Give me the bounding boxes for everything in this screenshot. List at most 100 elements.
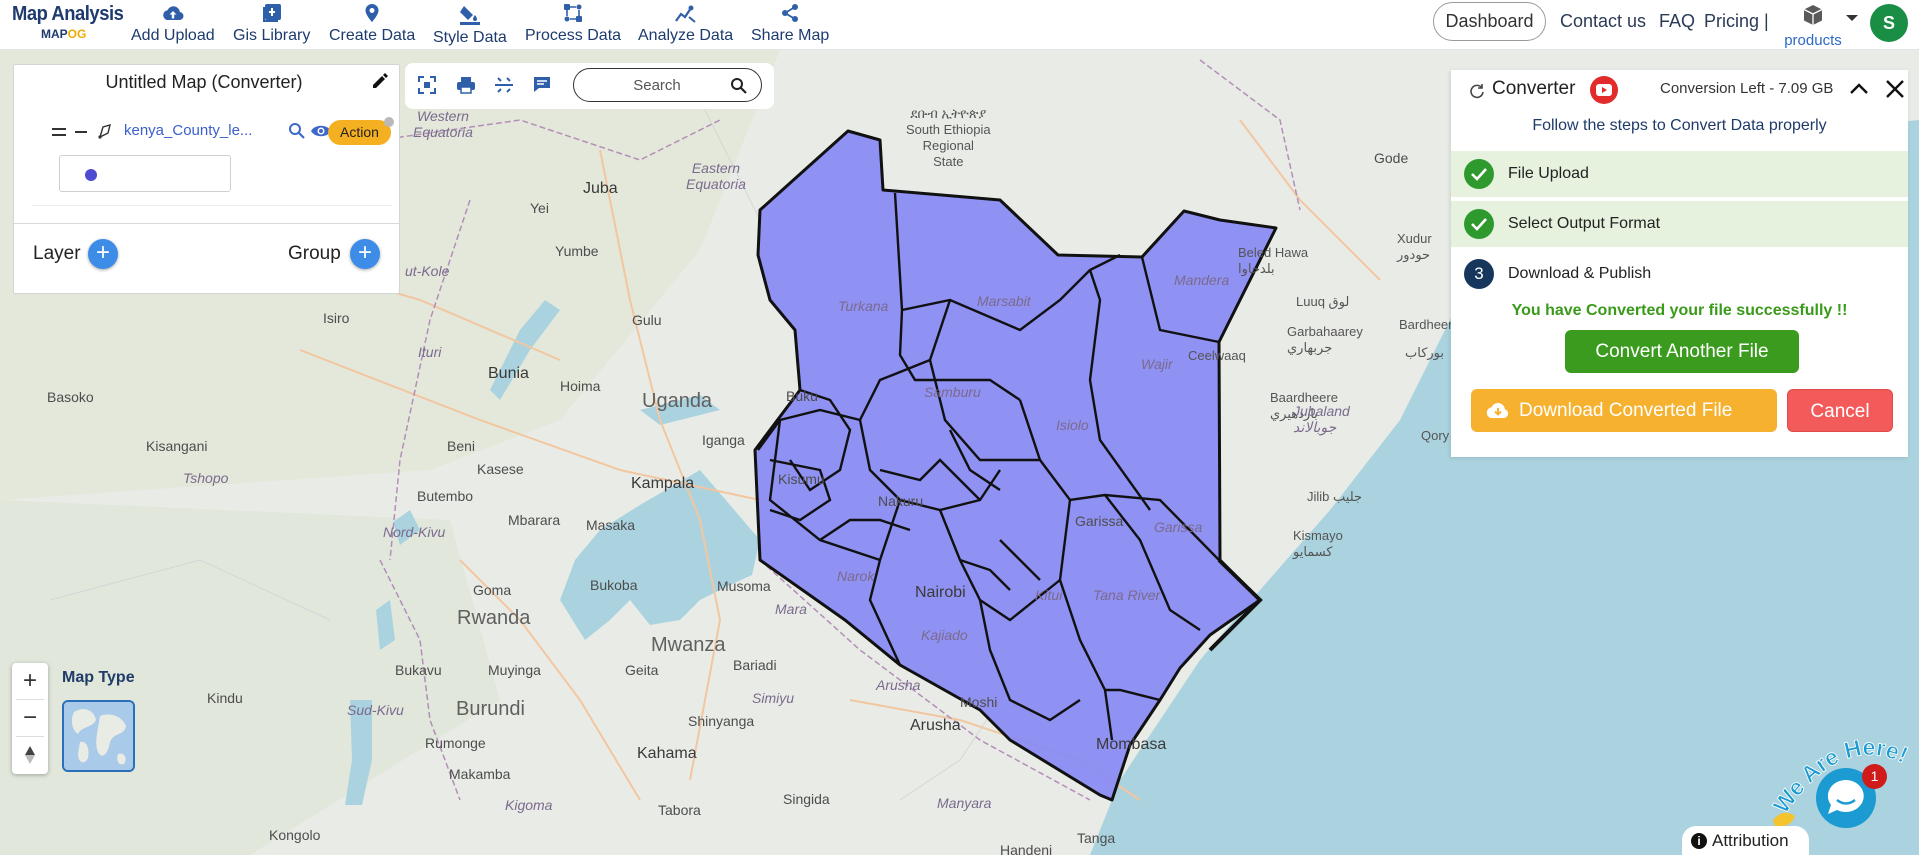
zoom-out-button[interactable]: − bbox=[12, 700, 48, 736]
map-label: Garissa bbox=[1154, 519, 1203, 535]
map-label: Bunia bbox=[488, 365, 529, 382]
map-label: Masaka bbox=[586, 517, 636, 533]
nav-add-upload[interactable]: Add Upload bbox=[131, 3, 215, 45]
step-label: File Upload bbox=[1508, 165, 1589, 182]
dashboard-button[interactable]: Dashboard bbox=[1433, 2, 1546, 41]
faq-link[interactable]: FAQ bbox=[1659, 11, 1695, 32]
download-converted-file-button[interactable]: Download Converted File bbox=[1471, 389, 1777, 432]
nav-label: Create Data bbox=[329, 27, 416, 44]
map-label: Goma bbox=[473, 582, 512, 598]
step-label: Download & Publish bbox=[1508, 265, 1652, 282]
map-label: Kampala bbox=[631, 475, 695, 492]
map-label: Mandera bbox=[1174, 272, 1230, 288]
map-label: Uganda bbox=[642, 390, 713, 412]
convert-another-file-button[interactable]: Convert Another File bbox=[1565, 330, 1799, 373]
reset-north-button[interactable] bbox=[12, 737, 48, 773]
map-label: Manyara bbox=[937, 795, 992, 811]
map-label: Tabora bbox=[658, 802, 701, 818]
products-label: products bbox=[1784, 32, 1842, 49]
logo-title: Map Analysis bbox=[12, 3, 124, 25]
chat-unread-badge: 1 bbox=[1862, 764, 1887, 789]
map-label: Luuq لوق bbox=[1296, 294, 1350, 309]
map-label: Xudur حودور bbox=[1397, 231, 1432, 262]
map-label: Nairobi bbox=[915, 584, 966, 601]
map-label: Qory bbox=[1421, 428, 1450, 443]
map-label: Kigoma bbox=[505, 797, 553, 813]
step-file-upload[interactable]: File Upload bbox=[1451, 151, 1908, 197]
nav-label: Share Map bbox=[751, 27, 830, 44]
map-label: Turkana bbox=[838, 298, 889, 314]
add-group-button[interactable]: + bbox=[350, 239, 380, 269]
cancel-button[interactable]: Cancel bbox=[1787, 389, 1893, 432]
nav-process-data[interactable]: Process Data bbox=[525, 3, 621, 45]
map-label: Handeni bbox=[1000, 842, 1053, 855]
polygon-layer-icon bbox=[98, 123, 111, 139]
map-label: Marsabit bbox=[977, 293, 1031, 309]
map-label: Iganga bbox=[702, 432, 745, 448]
zoom-to-layer-icon[interactable] bbox=[288, 122, 306, 140]
analyze-chart-icon bbox=[674, 5, 696, 23]
map-label: Kongolo bbox=[269, 827, 321, 843]
chevron-up-icon[interactable] bbox=[1848, 78, 1870, 100]
map-label: Butembo bbox=[417, 488, 474, 504]
checkmark-icon bbox=[1471, 168, 1487, 181]
layer-name[interactable]: kenya_County_le... bbox=[124, 122, 252, 139]
map-label: Arusha bbox=[910, 717, 961, 734]
print-icon[interactable] bbox=[456, 76, 476, 94]
zoom-in-button[interactable]: + bbox=[12, 663, 48, 699]
map-toolbar bbox=[405, 63, 774, 109]
checkmark-icon bbox=[1471, 218, 1487, 231]
nav-label: Gis Library bbox=[233, 27, 311, 44]
step-select-output-format[interactable]: Select Output Format bbox=[1451, 201, 1908, 247]
search-icon[interactable] bbox=[730, 77, 747, 94]
products-menu[interactable]: products bbox=[1778, 4, 1848, 49]
map-label: Bukavu bbox=[395, 662, 442, 678]
map-label: Kasese bbox=[477, 461, 524, 477]
user-avatar[interactable]: S bbox=[1870, 4, 1908, 42]
drag-handle-icon[interactable] bbox=[52, 127, 66, 137]
compass-north-icon bbox=[25, 746, 35, 764]
map-label: Kahama bbox=[637, 745, 697, 762]
comment-icon[interactable] bbox=[532, 76, 552, 94]
layer-action-button[interactable]: Action bbox=[328, 120, 391, 145]
close-icon[interactable] bbox=[1884, 78, 1906, 100]
divider bbox=[32, 205, 392, 206]
map-label: Simiyu bbox=[752, 690, 795, 706]
pencil-edit-icon[interactable] bbox=[371, 72, 389, 90]
add-layer-button[interactable]: + bbox=[88, 239, 118, 269]
search-box bbox=[573, 68, 762, 102]
nav-analyze-data[interactable]: Analyze Data bbox=[638, 3, 733, 45]
app-logo[interactable]: Map Analysis MAPOG bbox=[12, 3, 124, 41]
attribution-toggle[interactable]: i Attribution bbox=[1682, 826, 1809, 855]
measure-tool-icon[interactable] bbox=[494, 76, 514, 94]
pricing-link[interactable]: Pricing | bbox=[1704, 11, 1769, 32]
chevron-down-icon[interactable] bbox=[1845, 13, 1859, 23]
nav-gis-library[interactable]: Gis Library bbox=[233, 3, 310, 45]
step-number-badge: 3 bbox=[1464, 259, 1494, 289]
process-nodes-icon bbox=[564, 4, 583, 22]
map-label: Beni bbox=[447, 438, 476, 454]
nav-create-data[interactable]: Create Data bbox=[329, 3, 415, 45]
map-label: ut-Kole bbox=[405, 263, 450, 279]
map-label: Kismayo كسمايو bbox=[1293, 528, 1343, 559]
step-complete-badge bbox=[1464, 209, 1494, 239]
nav-share-map[interactable]: Share Map bbox=[751, 3, 829, 45]
map-label: Hoima bbox=[560, 378, 601, 394]
map-label: Tana River bbox=[1093, 587, 1161, 603]
map-label: Mbarara bbox=[508, 512, 561, 528]
map-type-thumbnail[interactable] bbox=[62, 700, 135, 772]
map-label: Wajir bbox=[1141, 356, 1173, 372]
step-download-publish[interactable]: 3 Download & Publish bbox=[1451, 251, 1908, 297]
layer-legend bbox=[59, 155, 231, 192]
collapse-minus-icon[interactable] bbox=[75, 130, 87, 134]
youtube-icon[interactable] bbox=[1590, 76, 1618, 104]
map-label: Muyinga bbox=[488, 662, 541, 678]
fullscreen-icon[interactable] bbox=[418, 76, 436, 94]
zoom-controls: + − bbox=[12, 663, 48, 774]
converter-title: Converter bbox=[1492, 78, 1576, 99]
map-label: ደቡብ ኢትዮጵያ South Ethiopia Regional State bbox=[906, 106, 991, 169]
search-input[interactable] bbox=[592, 75, 722, 95]
map-label: Narok bbox=[837, 568, 875, 584]
nav-style-data[interactable]: Style Data bbox=[433, 3, 507, 47]
contact-us-link[interactable]: Contact us bbox=[1560, 11, 1646, 32]
